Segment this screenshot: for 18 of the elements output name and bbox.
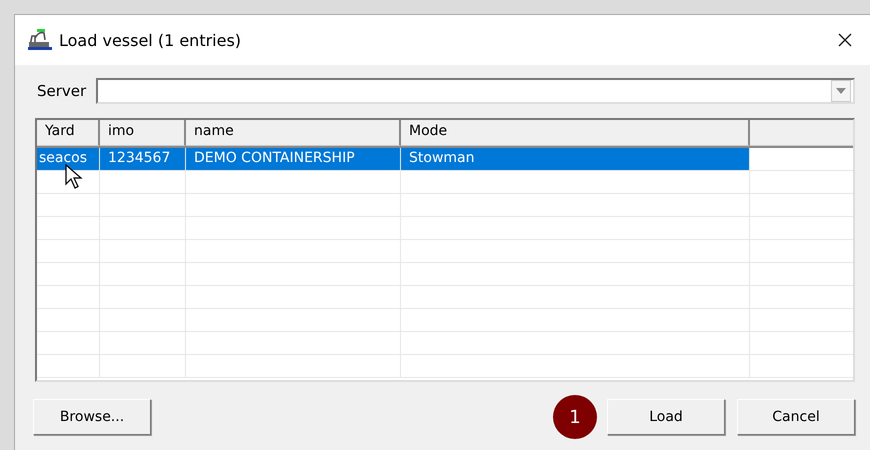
column-header[interactable]: imo <box>100 120 186 146</box>
mouse-pointer-icon <box>65 164 83 190</box>
dialog-button[interactable]: Cancel <box>737 399 855 435</box>
window-title: Load vessel (1 entries) <box>59 30 242 50</box>
server-label: Server <box>36 82 86 100</box>
table-cell: DEMO CONTAINERSHIP <box>186 148 401 170</box>
vessel-row[interactable]: seacos 1234567 DEMO CONTAINERSHIP Stowman <box>37 148 853 171</box>
crane-ship-icon <box>27 28 53 52</box>
column-header[interactable]: Mode <box>401 120 750 146</box>
table-cell: Stowman <box>401 148 750 170</box>
table-cell: seacos <box>37 148 100 170</box>
column-header[interactable]: name <box>186 120 401 146</box>
dialog-button[interactable]: Load <box>607 399 725 435</box>
server-dropdown[interactable] <box>96 78 855 104</box>
table-cell: 1234567 <box>100 148 186 170</box>
step-badge: 1 <box>553 395 597 439</box>
dialog-button[interactable]: Browse... <box>33 399 151 435</box>
column-header[interactable]: Yard <box>37 120 100 146</box>
